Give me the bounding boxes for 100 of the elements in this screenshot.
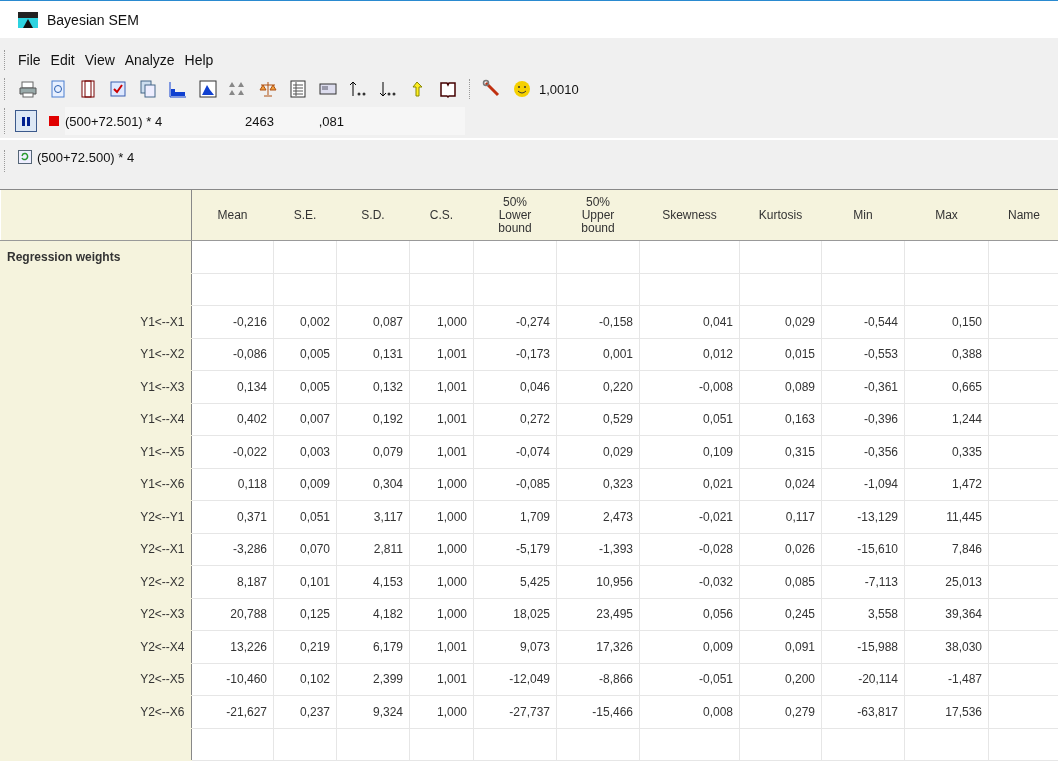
table-cell: 1,001 bbox=[409, 403, 474, 436]
row-header: Y2<--X6 bbox=[0, 695, 191, 728]
table-cell: 0,005 bbox=[273, 338, 337, 371]
table-cell: 0,163 bbox=[739, 403, 822, 436]
table-cell: 0,117 bbox=[739, 500, 822, 533]
table-cell: -0,553 bbox=[821, 338, 905, 371]
table-cell: 4,153 bbox=[336, 565, 410, 598]
pause-button[interactable] bbox=[15, 110, 37, 132]
table-cell: 0,304 bbox=[336, 468, 410, 501]
table-cell: -21,627 bbox=[191, 695, 274, 728]
page-icon[interactable] bbox=[78, 79, 98, 99]
column-header: Mean bbox=[191, 190, 274, 241]
scale-icon[interactable] bbox=[258, 79, 278, 99]
table-cell: 0,009 bbox=[639, 630, 740, 663]
printer-icon[interactable] bbox=[18, 79, 38, 99]
table-cell: -0,021 bbox=[639, 500, 740, 533]
table-cell: 0,024 bbox=[739, 468, 822, 501]
table-cell: 0,015 bbox=[739, 338, 822, 371]
table-cell: 0,371 bbox=[191, 500, 274, 533]
table-cell: 1,000 bbox=[409, 598, 474, 631]
table-cell: 20,788 bbox=[191, 598, 274, 631]
table-cell: 1,001 bbox=[409, 435, 474, 468]
table-cell: 1,000 bbox=[409, 305, 474, 338]
table-cell: 0,041 bbox=[639, 305, 740, 338]
table-cell: 0,237 bbox=[273, 695, 337, 728]
table-cell: 0,070 bbox=[273, 533, 337, 566]
table-cell: 0,029 bbox=[739, 305, 822, 338]
table-cell: -0,051 bbox=[639, 663, 740, 696]
table-cell: -0,086 bbox=[191, 338, 274, 371]
table-cell: -15,610 bbox=[821, 533, 905, 566]
row-header: Y1<--X1 bbox=[0, 305, 191, 338]
table-cell: 1,001 bbox=[409, 370, 474, 403]
table-cell: 17,326 bbox=[556, 630, 640, 663]
table-cell: 0,200 bbox=[739, 663, 822, 696]
row-header: Y1<--X4 bbox=[0, 403, 191, 436]
table-cell: 0,091 bbox=[739, 630, 822, 663]
table-cell: -0,028 bbox=[639, 533, 740, 566]
table-cell: -0,274 bbox=[473, 305, 557, 338]
app-icon bbox=[18, 11, 38, 28]
table-cell: 0,272 bbox=[473, 403, 557, 436]
row-header: Y1<--X3 bbox=[0, 370, 191, 403]
column-header: S.E. bbox=[273, 190, 337, 241]
row-header: Y2<--X2 bbox=[0, 565, 191, 598]
area-chart-icon[interactable] bbox=[198, 79, 218, 99]
column-header: C.S. bbox=[409, 190, 474, 241]
table-cell: 9,324 bbox=[336, 695, 410, 728]
menu-item[interactable]: View bbox=[79, 52, 120, 68]
copy-icon[interactable] bbox=[138, 79, 158, 99]
menu-item[interactable]: File bbox=[13, 52, 46, 68]
table-cell: 1,001 bbox=[409, 338, 474, 371]
table-cell: 1,000 bbox=[409, 695, 474, 728]
table-cell: -3,286 bbox=[191, 533, 274, 566]
table-cell: -10,460 bbox=[191, 663, 274, 696]
book-icon[interactable] bbox=[438, 79, 458, 99]
table-cell: 0,046 bbox=[473, 370, 557, 403]
table-icon[interactable] bbox=[288, 79, 308, 99]
iteration-count: 2463 bbox=[244, 113, 274, 129]
formula-text: (500+72.500) * 4 bbox=[37, 150, 135, 165]
table-cell: 0,102 bbox=[273, 663, 337, 696]
decimal-down-icon[interactable] bbox=[378, 79, 398, 99]
table-cell: 1,709 bbox=[473, 500, 557, 533]
table-cell: 0,220 bbox=[556, 370, 640, 403]
table-cell: 38,030 bbox=[904, 630, 989, 663]
table-cell: 13,226 bbox=[191, 630, 274, 663]
column-header: 50% Lower bound bbox=[473, 190, 557, 241]
menu-item[interactable]: Analyze bbox=[119, 52, 180, 68]
toolbar-reading: 1,0010 bbox=[539, 81, 579, 97]
row-header: Y1<--X2 bbox=[0, 338, 191, 371]
table-cell: -0,396 bbox=[821, 403, 905, 436]
table-cell: 0,051 bbox=[273, 500, 337, 533]
wrench-icon[interactable] bbox=[482, 79, 502, 99]
table-cell: 0,001 bbox=[556, 338, 640, 371]
preview-icon[interactable] bbox=[48, 79, 68, 99]
bar-chart-icon[interactable] bbox=[168, 79, 188, 99]
table-cell: -0,074 bbox=[473, 435, 557, 468]
table-cell: 0,005 bbox=[273, 370, 337, 403]
pause-icon bbox=[22, 116, 30, 126]
table-cell: 0,131 bbox=[336, 338, 410, 371]
table-cell: -0,032 bbox=[639, 565, 740, 598]
table-cell: 0,051 bbox=[639, 403, 740, 436]
menu-item[interactable]: Edit bbox=[45, 52, 80, 68]
table-cell: 0,529 bbox=[556, 403, 640, 436]
table-cell: 0,021 bbox=[639, 468, 740, 501]
table-cell: 0,007 bbox=[273, 403, 337, 436]
table-cell: 18,025 bbox=[473, 598, 557, 631]
table-cell: -5,179 bbox=[473, 533, 557, 566]
smiley-icon[interactable] bbox=[512, 79, 532, 99]
table-cell: 0,150 bbox=[904, 305, 989, 338]
table-cell: -0,085 bbox=[473, 468, 557, 501]
table-cell: 1,000 bbox=[409, 500, 474, 533]
table-cell: 0,079 bbox=[336, 435, 410, 468]
column-header: Min bbox=[821, 190, 905, 241]
table-cell: -0,158 bbox=[556, 305, 640, 338]
table-cell: 0,315 bbox=[739, 435, 822, 468]
decimal-up-icon[interactable] bbox=[348, 79, 368, 99]
refresh-icon[interactable] bbox=[18, 150, 32, 164]
checkbox-icon[interactable] bbox=[108, 79, 128, 99]
column-header: 50% Upper bound bbox=[556, 190, 640, 241]
menu-item[interactable]: Help bbox=[179, 52, 219, 68]
table-cell: 2,811 bbox=[336, 533, 410, 566]
